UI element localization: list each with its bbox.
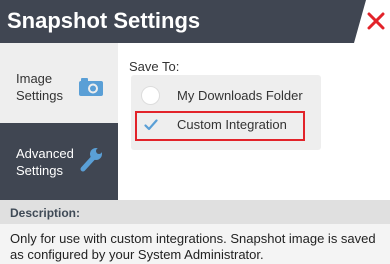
sidebar-item-image-settings[interactable]: Image Settings [0,43,118,123]
sidebar-item-label: Image Settings [16,71,63,103]
description-title: Description: [10,206,81,220]
option-label: Custom Integration [177,117,287,132]
window-title: Snapshot Settings [7,8,201,33]
option-custom-integration[interactable]: Custom Integration [131,112,321,138]
description-text: Only for use with custom integrations. S… [10,231,376,262]
save-to-options: My Downloads Folder Custom Integration [131,75,321,150]
wrench-icon [80,148,102,172]
image-settings-panel: Save To: My Downloads Folder Custom Inte… [118,43,390,200]
camera-icon [79,78,103,96]
description-panel: Description: Only for use with custom in… [0,200,390,264]
checkmark-icon[interactable] [141,115,160,134]
radio-button[interactable] [141,86,160,105]
sidebar-item-advanced-settings[interactable]: Advanced Settings [0,123,118,200]
close-x-icon [367,12,385,30]
title-bar: Snapshot Settings [0,0,390,43]
option-label: My Downloads Folder [177,88,303,103]
save-to-label: Save To: [129,59,180,74]
description-header: Description: [0,200,390,224]
option-my-downloads-folder[interactable]: My Downloads Folder [131,83,321,109]
close-button[interactable] [362,6,390,36]
sidebar-item-label: Advanced Settings [16,146,74,178]
settings-sidebar: Image Settings Advanced Settings [0,43,118,200]
